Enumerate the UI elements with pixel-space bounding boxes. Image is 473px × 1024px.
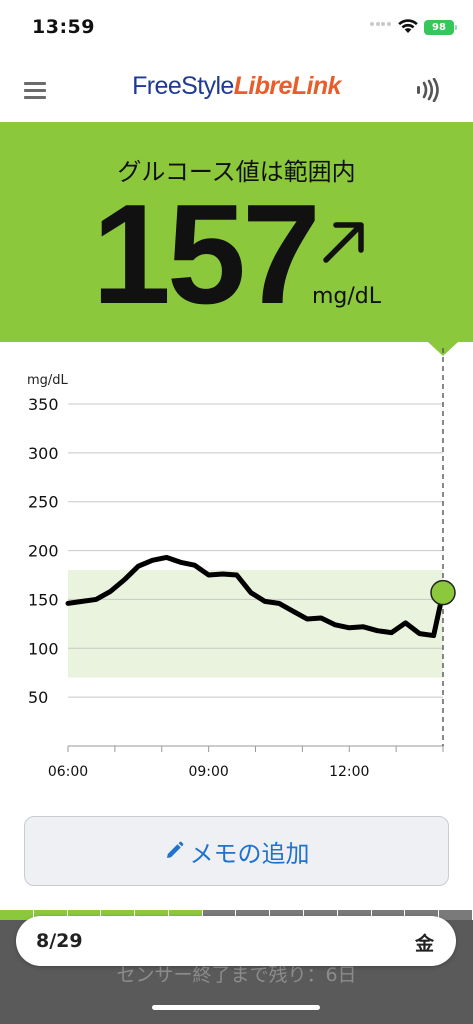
y-tick-label: 200	[28, 542, 59, 561]
brand-freestyle: FreeStyle	[132, 72, 234, 100]
app-header: FreeStyleLibreLink	[0, 56, 473, 122]
x-tick-label: 09:00	[188, 764, 228, 780]
x-tick-label: 06:00	[48, 764, 88, 780]
status-bar: 13:59 98	[0, 0, 473, 56]
nfc-scan-icon[interactable]	[414, 78, 442, 102]
battery-indicator: 98	[424, 20, 457, 35]
day-of-week-label: 金	[414, 933, 434, 955]
add-note-button[interactable]: メモの追加	[24, 816, 449, 886]
glucose-banner: グルコース値は範囲内 157 mg/dL	[0, 122, 473, 342]
add-note-label: メモの追加	[189, 839, 310, 868]
current-glucose-point	[430, 579, 456, 606]
rising-arrow-icon	[323, 222, 364, 263]
sensor-progress-segment	[439, 910, 473, 920]
pencil-icon	[166, 841, 183, 858]
y-axis-unit-label: mg/dL	[27, 373, 69, 388]
glucose-chart-svg: 350 300 250 200 150 100 50 06:00 09:00 12:00 mg/dL	[27, 348, 456, 780]
glucose-unit: mg/dL	[312, 284, 382, 309]
date-label: 8/29	[36, 930, 83, 952]
date-pill[interactable]: 8/29 金	[16, 916, 456, 966]
glucose-value: 157	[92, 175, 321, 334]
glucose-chart: 350 300 250 200 150 100 50 06:00 09:00 12:00 mg/dL	[0, 342, 473, 800]
status-time: 13:59	[32, 16, 95, 38]
y-tick-label: 300	[28, 444, 59, 463]
y-tick-label: 150	[28, 590, 59, 609]
y-tick-label: 350	[28, 395, 59, 414]
cellular-signal-icon	[370, 22, 392, 28]
y-tick-label: 250	[28, 493, 59, 512]
y-tick-label: 50	[28, 688, 48, 707]
home-indicator	[152, 1005, 320, 1010]
brand-librelink: LibreLink	[233, 72, 342, 100]
app-logo: FreeStyleLibreLink	[0, 72, 473, 101]
y-tick-label: 100	[28, 639, 59, 658]
wifi-icon	[398, 19, 418, 33]
x-tick-label: 12:00	[329, 764, 369, 780]
target-range-band	[68, 570, 443, 678]
